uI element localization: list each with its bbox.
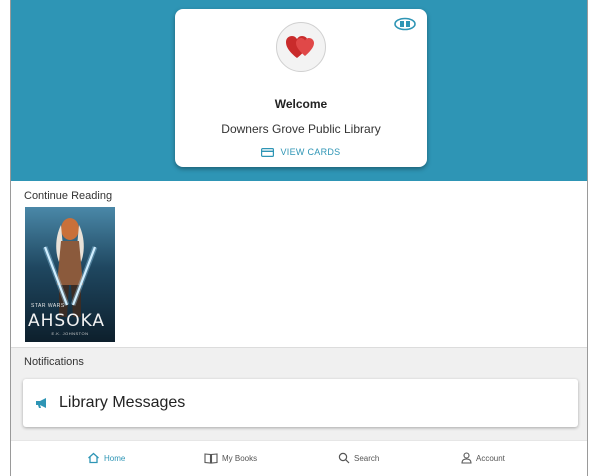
nav-home-label: Home [104,453,126,463]
nav-my-books-label: My Books [222,453,258,463]
nav-search[interactable]: Search [338,452,379,464]
book-cover-ahsoka[interactable]: STAR WARS AHSOKA E.K. JOHNSTON [25,207,115,342]
library-messages-label: Library Messages [59,394,186,411]
switch-cards-icon[interactable] [393,17,417,31]
cover-brand: STAR WARS [31,303,65,309]
book-icon [204,453,218,464]
library-logo [276,22,326,72]
nav-account-label: Account [476,453,505,463]
nav-account[interactable]: Account [461,452,505,464]
cover-title: AHSOKA [28,311,106,331]
bottom-nav: Home My Books Search Account [11,440,587,476]
account-icon [461,452,472,464]
card-icon [261,147,275,157]
notifications-label: Notifications [24,356,84,368]
cover-author: E.K. JOHNSTON [51,331,89,336]
view-cards-button[interactable]: VIEW CARDS [175,147,427,157]
home-icon [88,452,99,464]
library-name: Downers Grove Public Library [221,122,381,136]
library-messages-item[interactable]: Library Messages [23,379,578,427]
view-cards-label: VIEW CARDS [280,147,341,157]
search-icon [338,452,350,464]
continue-reading-label: Continue Reading [24,190,113,202]
app-frame: Welcome Downers Grove Public Library VIE… [10,0,588,476]
welcome-title: Welcome [274,97,328,111]
nav-my-books[interactable]: My Books [204,452,257,464]
nav-search-label: Search [354,453,380,463]
megaphone-icon [36,398,46,408]
welcome-card: Welcome Downers Grove Public Library VIE… [175,9,427,167]
heart-logo-icon [286,36,314,58]
nav-home[interactable]: Home [87,452,125,464]
